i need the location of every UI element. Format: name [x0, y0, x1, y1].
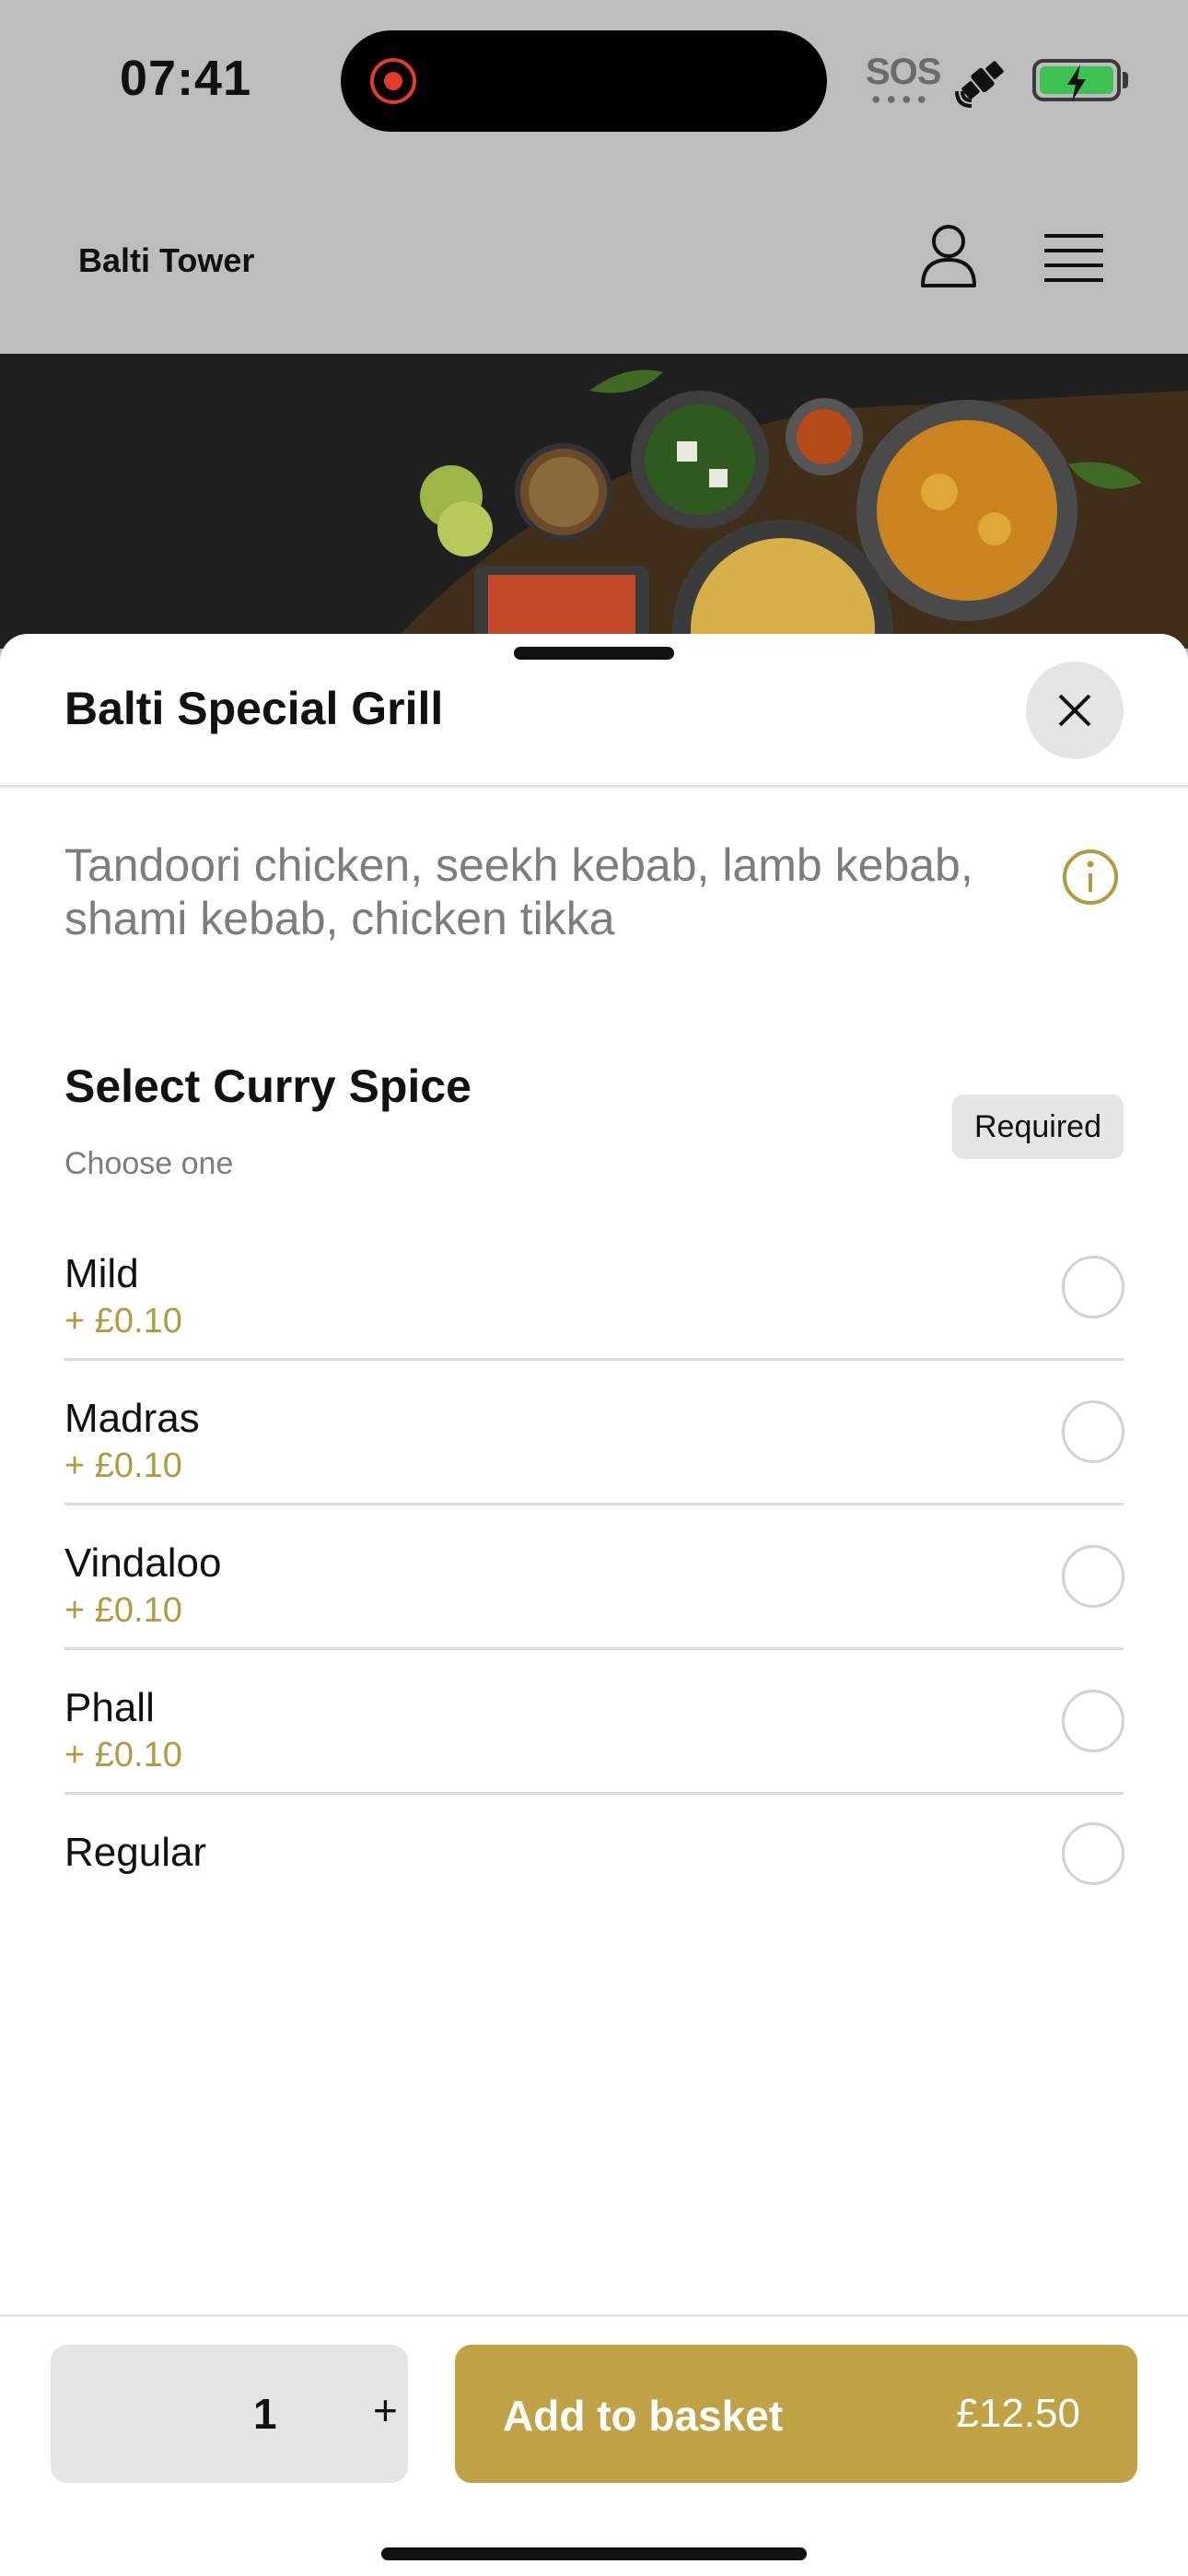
- bottom-action-bar: 1 + Add to basket £12.50: [0, 2314, 1188, 2576]
- option-name: Regular: [64, 1830, 207, 1875]
- item-description: Tandoori chicken, seekh kebab, lamb keba…: [64, 839, 973, 944]
- quantity-stepper: 1 +: [51, 2345, 408, 2483]
- add-to-basket-label: Add to basket: [503, 2392, 784, 2440]
- header-divider: [0, 785, 1188, 788]
- required-badge: Required: [952, 1095, 1124, 1159]
- option-madras[interactable]: Madras + £0.10: [64, 1361, 1124, 1505]
- info-icon[interactable]: [1061, 848, 1120, 907]
- user-icon[interactable]: [919, 223, 978, 289]
- satellite-icon: [955, 61, 1004, 108]
- increment-button[interactable]: +: [373, 2385, 398, 2435]
- option-price: + £0.10: [64, 1736, 182, 1774]
- option-mild[interactable]: Mild + £0.10: [64, 1216, 1124, 1361]
- option-radio[interactable]: [1062, 1256, 1124, 1318]
- sos-label: SOS: [866, 52, 941, 92]
- option-name: Mild: [64, 1251, 139, 1296]
- sheet-grabber[interactable]: [514, 647, 674, 660]
- site-header: Balti Tower: [0, 157, 1188, 354]
- status-bar: 07:41 SOS: [0, 0, 1188, 157]
- option-group-title: Select Curry Spice: [64, 1060, 472, 1112]
- option-regular[interactable]: Regular: [64, 1795, 1124, 1939]
- basket-total-price: £12.50: [956, 2391, 1080, 2436]
- quantity-value: 1: [253, 2390, 277, 2438]
- option-radio[interactable]: [1062, 1545, 1124, 1608]
- add-to-basket-button[interactable]: Add to basket £12.50: [455, 2345, 1137, 2483]
- spice-options-list: Mild + £0.10 Madras + £0.10 Vindaloo + £…: [64, 1216, 1124, 1939]
- option-price: + £0.10: [64, 1446, 182, 1485]
- option-radio[interactable]: [1062, 1690, 1124, 1752]
- option-group-subtitle: Choose one: [64, 1146, 234, 1181]
- close-button[interactable]: [1026, 662, 1124, 759]
- dynamic-island: [341, 30, 827, 132]
- option-name: Phall: [64, 1685, 155, 1730]
- battery-cap: [1123, 72, 1128, 88]
- close-icon: [1058, 694, 1091, 727]
- option-name: Vindaloo: [64, 1540, 222, 1586]
- hero-food-image: [0, 354, 1188, 649]
- brand-name[interactable]: Balti Tower: [78, 241, 254, 280]
- battery-charging-icon: [1032, 59, 1121, 101]
- option-vindaloo[interactable]: Vindaloo + £0.10: [64, 1505, 1124, 1650]
- item-detail-sheet: Balti Special Grill Tandoori chicken, se…: [0, 634, 1188, 2576]
- option-radio[interactable]: [1062, 1400, 1124, 1463]
- menu-icon[interactable]: [1044, 232, 1103, 284]
- option-price: + £0.10: [64, 1591, 182, 1630]
- home-indicator[interactable]: [381, 2547, 807, 2560]
- screen-recording-icon: [370, 58, 416, 104]
- hero-illustration: [0, 354, 1188, 649]
- status-time: 07:41: [120, 51, 252, 106]
- option-radio[interactable]: [1062, 1822, 1124, 1885]
- item-title: Balti Special Grill: [64, 683, 444, 734]
- sos-signal-dots: [868, 96, 929, 103]
- option-price: + £0.10: [64, 1302, 182, 1341]
- option-name: Madras: [64, 1396, 200, 1441]
- option-phall[interactable]: Phall + £0.10: [64, 1650, 1124, 1795]
